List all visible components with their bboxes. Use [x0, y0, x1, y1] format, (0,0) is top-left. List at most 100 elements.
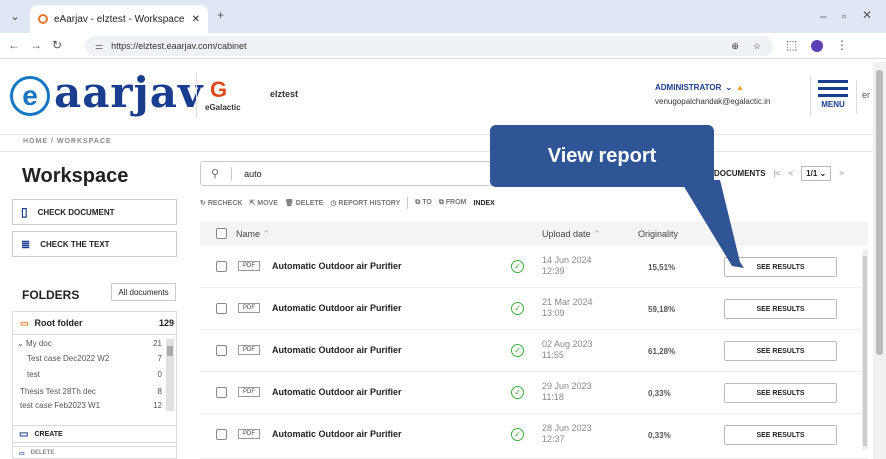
back-icon[interactable]: ←	[8, 38, 20, 52]
document-name[interactable]: Automatic Outdoor air Purifier	[272, 345, 402, 355]
first-page-icon[interactable]: |<	[774, 169, 781, 178]
folder-item[interactable]: ⌄ My doc 21	[17, 339, 162, 348]
originality-value: 0,33%	[648, 431, 671, 440]
browser-tab[interactable]: eAarjav - elztest - Workspace ✕	[30, 5, 208, 33]
page-number: 1/1	[806, 169, 818, 178]
folder-item[interactable]: Test case Dec2022 W2 7	[27, 354, 162, 363]
page-scrollbar-thumb[interactable]	[876, 70, 883, 355]
tab-list-icon[interactable]: ⌄	[10, 9, 20, 23]
forward-icon[interactable]: →	[30, 38, 42, 52]
copy-from-button[interactable]: ⧉ FROM	[439, 199, 467, 207]
see-results-button[interactable]: SEE RESULTS	[724, 299, 837, 319]
table-scrollbar-thumb[interactable]	[863, 256, 867, 446]
folder-count: 8	[157, 387, 162, 396]
partner-name: eGalactic	[205, 103, 241, 112]
folder-count: 0	[157, 370, 162, 379]
zoom-icon[interactable]: ⊕	[731, 41, 739, 52]
pdf-badge: PDF	[238, 429, 260, 439]
extensions-icon[interactable]: ⬚	[786, 38, 797, 52]
upload-date-column-header[interactable]: Upload date ⌃	[542, 229, 601, 240]
language-selector[interactable]: er	[862, 90, 870, 100]
originality-value: 59,18%	[648, 305, 676, 314]
check-text-button[interactable]: ≣ CHECK THE TEXT	[12, 231, 177, 257]
folder-item[interactable]: test case Feb2023 W1 12	[20, 402, 162, 409]
upload-date: 21 Mar 2024 13:09	[542, 297, 593, 319]
all-documents-button[interactable]: All documents	[111, 283, 176, 301]
delete-button[interactable]: 🗑 DELETE	[285, 199, 323, 207]
action-divider	[407, 197, 409, 209]
folder-name: Test case Dec2022 W2	[27, 354, 110, 363]
egalactic-logo-icon: G	[210, 77, 228, 102]
row-checkbox[interactable]	[216, 261, 227, 272]
date-text: 21 Mar 2024	[542, 297, 593, 307]
documents-label: DOCUMENTS	[714, 169, 766, 178]
delete-folder-button[interactable]: ▭ DELETE	[12, 446, 177, 459]
move-button[interactable]: ⇱ MOVE	[249, 199, 277, 207]
root-folder-item[interactable]: ▭ Root folder 129	[20, 318, 174, 329]
user-email: venugopalchandak@egalactic.in	[655, 97, 771, 106]
folder-scrollbar-thumb[interactable]	[167, 346, 173, 356]
check-circle-icon: ✓	[511, 344, 524, 357]
document-name[interactable]: Automatic Outdoor air Purifier	[272, 303, 402, 313]
select-all-checkbox[interactable]	[216, 228, 227, 239]
folder-item[interactable]: Thesis Test 28Th dec 8	[20, 387, 162, 396]
brand-logo[interactable]: aarjav	[54, 68, 203, 117]
breadcrumb-separator	[0, 151, 886, 152]
browser-tab-bar: ⌄ eAarjav - elztest - Workspace ✕ + – ▫ …	[0, 0, 886, 33]
profile-avatar[interactable]	[811, 40, 823, 52]
browser-menu-icon[interactable]: ⋮	[836, 38, 848, 52]
minimize-icon[interactable]: –	[820, 9, 827, 23]
table-row[interactable]: PDF Automatic Outdoor air Purifier ✓ 29 …	[200, 372, 868, 414]
eaarjav-logo-icon: e	[10, 76, 50, 116]
sort-icon: ⌃	[262, 229, 271, 239]
next-page-icon[interactable]: >	[839, 169, 844, 178]
table-row[interactable]: PDF Automatic Outdoor air Purifier ✓ 21 …	[200, 288, 868, 330]
bell-icon[interactable]: ▲	[736, 83, 744, 92]
reload-icon[interactable]: ↻	[52, 38, 62, 52]
text-icon: ≣	[21, 238, 31, 251]
close-tab-icon[interactable]: ✕	[192, 14, 200, 25]
table-header: Name ⌃ Upload date ⌃ Originality	[200, 222, 868, 246]
folder-item[interactable]: test 0	[27, 370, 162, 379]
index-button[interactable]: INDEX	[473, 200, 494, 207]
row-checkbox[interactable]	[216, 429, 227, 440]
role-label: ADMINISTRATOR	[655, 83, 722, 92]
new-tab-icon[interactable]: +	[217, 8, 224, 22]
row-checkbox[interactable]	[216, 303, 227, 314]
role-dropdown[interactable]: ADMINISTRATOR ⌄ ▲	[655, 83, 744, 92]
folder-count: 7	[157, 354, 162, 363]
create-folder-button[interactable]: ▭ CREATE	[12, 425, 177, 443]
recheck-button[interactable]: ↻ RECHECK	[200, 199, 242, 207]
prev-page-icon[interactable]: <	[788, 169, 793, 178]
close-window-icon[interactable]: ✕	[862, 8, 872, 22]
report-history-button[interactable]: ◷ REPORT HISTORY	[330, 199, 400, 207]
document-name[interactable]: Automatic Outdoor air Purifier	[272, 261, 402, 271]
table-row[interactable]: PDF Automatic Outdoor air Purifier ✓ 28 …	[200, 414, 868, 459]
name-column-header[interactable]: Name ⌃	[236, 229, 270, 240]
see-results-button[interactable]: SEE RESULTS	[724, 341, 837, 361]
root-folder-label: Root folder	[34, 318, 83, 328]
row-checkbox[interactable]	[216, 387, 227, 398]
address-bar[interactable]: ⚌ https://elztest.eaarjav.com/cabinet ⊕ …	[85, 36, 773, 56]
table-row[interactable]: PDF Automatic Outdoor air Purifier ✓ 02 …	[200, 330, 868, 372]
view-report-callout: View report	[490, 125, 714, 187]
table-row[interactable]: PDF Automatic Outdoor air Purifier ✓ 14 …	[200, 246, 868, 288]
see-results-button[interactable]: SEE RESULTS	[724, 425, 837, 445]
sort-icon: ⌃	[593, 229, 601, 239]
search-input[interactable]: ⚲ auto	[200, 161, 530, 186]
time-text: 11:55	[542, 350, 564, 360]
maximize-icon[interactable]: ▫	[842, 9, 846, 23]
row-checkbox[interactable]	[216, 345, 227, 356]
check-circle-icon: ✓	[511, 302, 524, 315]
check-text-label: CHECK THE TEXT	[40, 239, 110, 249]
document-name[interactable]: Automatic Outdoor air Purifier	[272, 429, 402, 439]
see-results-button[interactable]: SEE RESULTS	[724, 383, 837, 403]
bookmark-star-icon[interactable]: ☆	[753, 41, 761, 52]
copy-to-button[interactable]: ⧉ TO	[415, 199, 432, 207]
document-name[interactable]: Automatic Outdoor air Purifier	[272, 387, 402, 397]
check-circle-icon: ✓	[511, 260, 524, 273]
site-info-icon[interactable]: ⚌	[95, 41, 103, 52]
menu-button[interactable]: MENU	[818, 80, 848, 109]
check-document-button[interactable]: ▯ CHECK DOCUMENT	[12, 199, 177, 225]
page-select[interactable]: 1/1 ⌄	[801, 166, 832, 181]
